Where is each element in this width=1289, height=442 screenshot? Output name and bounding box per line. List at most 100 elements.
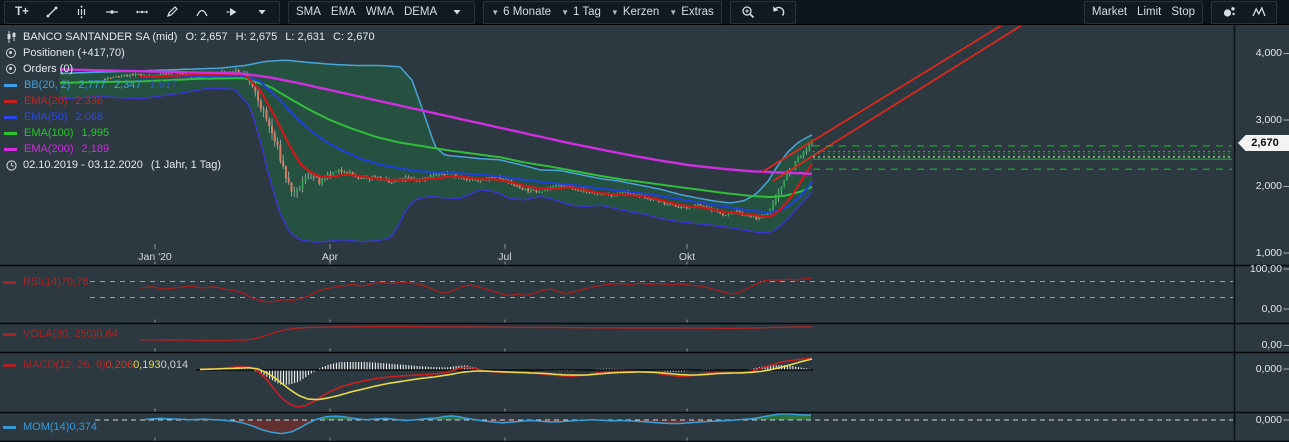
trading-chart-app: T+ SMAEMAWMADEMA ▼6 Monate▼1 Tag▼Kerzen▼… [0, 0, 1289, 442]
ema-button[interactable]: EMA [326, 3, 361, 22]
radio-icon [4, 63, 18, 75]
interval-dropdown[interactable]: ▼1 Tag [556, 3, 606, 22]
undo-button-icon [771, 5, 785, 19]
candlestick-icon [4, 31, 18, 43]
price-axis-label: 0,00 [1262, 303, 1282, 316]
more-draw-tools-dropdown[interactable] [247, 3, 277, 22]
arc-tool[interactable] [187, 3, 217, 22]
price-axis-label: 0,000 [1256, 363, 1282, 376]
bb-swatch [4, 84, 17, 87]
macd-value: 0,206 [106, 359, 134, 371]
pulse-view-button-icon [1252, 5, 1266, 19]
ema100-legend-row[interactable]: EMA(100) 1,995 [4, 125, 375, 141]
horizontal-line-tool-icon [105, 5, 119, 19]
positions-label: Positionen (+417,70) [23, 45, 125, 61]
sma-button[interactable]: SMA [291, 3, 326, 22]
mom-label: MOM(14) [23, 421, 69, 433]
undo-button[interactable] [763, 3, 793, 22]
vola-panel-label[interactable]: VOLA(30, 250) 0,64 [3, 328, 118, 340]
ema100-label: EMA(100) [24, 125, 74, 141]
order-buttons-group: MarketLimitStop [1084, 1, 1203, 24]
extras-dropdown[interactable]: ▼Extras [664, 3, 719, 22]
rsi-swatch [3, 281, 16, 284]
retracement-tool-icon [75, 5, 89, 19]
trendline-tool[interactable] [37, 3, 67, 22]
dotted-ray-tool[interactable] [127, 3, 157, 22]
daterange-label: 02.10.2019 - 03.12.2020 [23, 157, 143, 173]
ema200-legend-row[interactable]: EMA(200) 2,189 [4, 141, 375, 157]
chart-legend: BANCO SANTANDER SA (mid) O: 2,657 H: 2,6… [4, 29, 375, 173]
macd-signal-value: 0,193 [133, 359, 161, 371]
mom-panel-label[interactable]: MOM(14) 0,374 [3, 421, 97, 433]
price-axis-label: 4,000 [1256, 47, 1282, 60]
bb-legend-row[interactable]: BB(20, 2) 2,777 2,347 1,917 [4, 77, 375, 93]
wma-button[interactable]: WMA [361, 3, 399, 22]
view-icons-group [1211, 1, 1277, 24]
macd-panel-label[interactable]: MACD(12, 26, 9) 0,206 0,193 0,014 [3, 359, 188, 371]
price-axis-label: 0,00 [1262, 339, 1282, 352]
ema50-legend-row[interactable]: EMA(50) 2,068 [4, 109, 375, 125]
ema20-label: EMA(20) [24, 93, 67, 109]
time-axis-label: Apr [308, 251, 352, 263]
ema50-label: EMA(50) [24, 109, 67, 125]
rsi-panel-label[interactable]: RSI(14) 79,78 [3, 276, 88, 288]
zoom-group [730, 1, 796, 24]
ema20-legend-row[interactable]: EMA(20) 2,336 [4, 93, 375, 109]
time-axis-label: Okt [665, 251, 709, 263]
moving-average-group: SMAEMAWMADEMA [288, 1, 475, 24]
price-axis-label: 100,00 [1250, 263, 1282, 276]
text-annotation-tool[interactable]: T+ [7, 3, 37, 22]
rsi-label: RSI(14) [23, 276, 61, 288]
charttype-dropdown[interactable]: ▼Kerzen [606, 3, 664, 22]
timeframe-label: (1 Jahr, 1 Tag) [151, 157, 221, 173]
daterange-row: 02.10.2019 - 03.12.2020 (1 Jahr, 1 Tag) [4, 157, 375, 173]
retracement-tool[interactable] [67, 3, 97, 22]
market-order-button[interactable]: Market [1087, 3, 1132, 22]
symbol-row: BANCO SANTANDER SA (mid) O: 2,657 H: 2,6… [4, 29, 375, 45]
chevron-down-icon: ▼ [561, 8, 569, 17]
bubbles-view-button-icon [1222, 5, 1236, 19]
limit-order-button[interactable]: Limit [1132, 3, 1166, 22]
clock-icon [4, 159, 18, 171]
ema20-value: 2,336 [75, 93, 103, 109]
vola-swatch [3, 333, 16, 336]
horizontal-line-tool[interactable] [97, 3, 127, 22]
chart-canvas[interactable]: BANCO SANTANDER SA (mid) O: 2,657 H: 2,6… [0, 25, 1289, 442]
ema50-value: 2,068 [75, 109, 103, 125]
pointer-tool[interactable] [217, 3, 247, 22]
radio-icon [4, 47, 18, 59]
pulse-view-button[interactable] [1244, 3, 1274, 22]
orders-toggle[interactable]: Orders (0) [4, 61, 375, 77]
ema20-swatch [4, 100, 17, 103]
ema100-value: 1,995 [82, 125, 110, 141]
mom-value: 0,374 [69, 421, 97, 433]
price-axis-label: 0,000 [1256, 414, 1282, 427]
time-axis-label: Jul [483, 251, 527, 263]
draw-tools-group: T+ [4, 1, 280, 24]
ohlc-low: L: 2,631 [285, 29, 325, 45]
timespan-dropdown[interactable]: ▼6 Monate [486, 3, 556, 22]
trendline-tool-icon [45, 5, 59, 19]
ma-dropdown[interactable] [442, 3, 472, 22]
arc-tool-icon [195, 5, 209, 19]
dema-button[interactable]: DEMA [399, 3, 442, 22]
pointer-tool-icon [225, 5, 239, 19]
rsi-value: 79,78 [61, 276, 89, 288]
macd-hist-value: 0,014 [161, 359, 189, 371]
bubbles-view-button[interactable] [1214, 3, 1244, 22]
chart-settings-group: ▼6 Monate▼1 Tag▼Kerzen▼Extras [483, 1, 722, 24]
zoom-in-button[interactable] [733, 3, 763, 22]
chevron-down-icon: ▼ [611, 8, 619, 17]
price-axis[interactable]: 4,0003,0002,0001,000100,000,000,000,0000… [1236, 25, 1289, 442]
freehand-draw-tool[interactable] [157, 3, 187, 22]
positions-toggle[interactable]: Positionen (+417,70) [4, 45, 375, 61]
mom-swatch [3, 426, 16, 429]
freehand-draw-tool-icon [165, 5, 179, 19]
more-draw-tools-dropdown-icon [255, 5, 269, 19]
ema200-swatch [4, 148, 17, 151]
stop-order-button[interactable]: Stop [1166, 3, 1200, 22]
bb-middle-value: 2,347 [114, 77, 142, 93]
zoom-in-button-icon [741, 5, 755, 19]
ohlc-open: O: 2,657 [185, 29, 227, 45]
dotted-ray-tool-icon [135, 5, 149, 19]
